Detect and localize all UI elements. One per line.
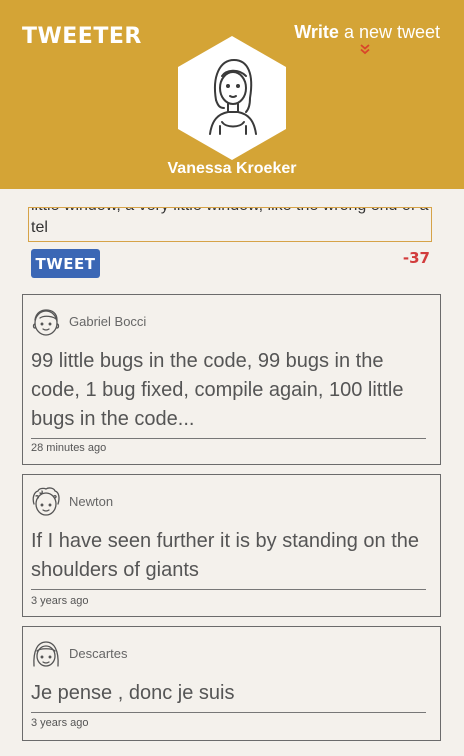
tweet-text: Je pense , donc je suis — [31, 679, 426, 713]
tweet-compose-input[interactable]: field, and the edges go dark and nothing… — [28, 207, 432, 242]
tweet-timestamp: 28 minutes ago — [31, 442, 107, 454]
tweet-button[interactable]: TWEET — [31, 249, 100, 278]
header: TWEETER Write a new tweet Vanessa Kroeke… — [0, 0, 464, 189]
tweet-card: Newton If I have seen further it is by s… — [22, 474, 441, 617]
tweet-card: Gabriel Bocci 99 little bugs in the code… — [22, 294, 441, 465]
curly-hair-face-icon — [32, 487, 60, 516]
write-new-tweet-link[interactable]: Write a new tweet — [294, 22, 440, 43]
compose-text[interactable]: field, and the edges go dark and nothing… — [31, 208, 431, 239]
tweet-author[interactable]: Gabriel Bocci — [69, 314, 146, 329]
username: Vanessa Kroeker — [167, 160, 297, 177]
tweet-author[interactable]: Newton — [69, 494, 113, 509]
user-avatar[interactable] — [178, 36, 286, 160]
character-counter: -37 — [402, 249, 430, 267]
write-link-bold: Write — [294, 22, 339, 42]
tweet-timestamp: 3 years ago — [31, 717, 89, 729]
double-chevron-down-icon[interactable] — [358, 42, 372, 56]
man-face-icon — [32, 309, 60, 336]
write-link-rest: a new tweet — [338, 22, 440, 42]
app-logo[interactable]: TWEETER — [22, 24, 142, 49]
tweet-text: 99 little bugs in the code, 99 bugs in t… — [31, 347, 426, 439]
tweet-timestamp: 3 years ago — [31, 595, 89, 607]
tweet-text: If I have seen further it is by standing… — [31, 527, 426, 590]
tweet-author[interactable]: Descartes — [69, 646, 128, 661]
long-hair-face-icon — [33, 641, 59, 667]
tweet-card: Descartes Je pense , donc je suis 3 year… — [22, 626, 441, 741]
